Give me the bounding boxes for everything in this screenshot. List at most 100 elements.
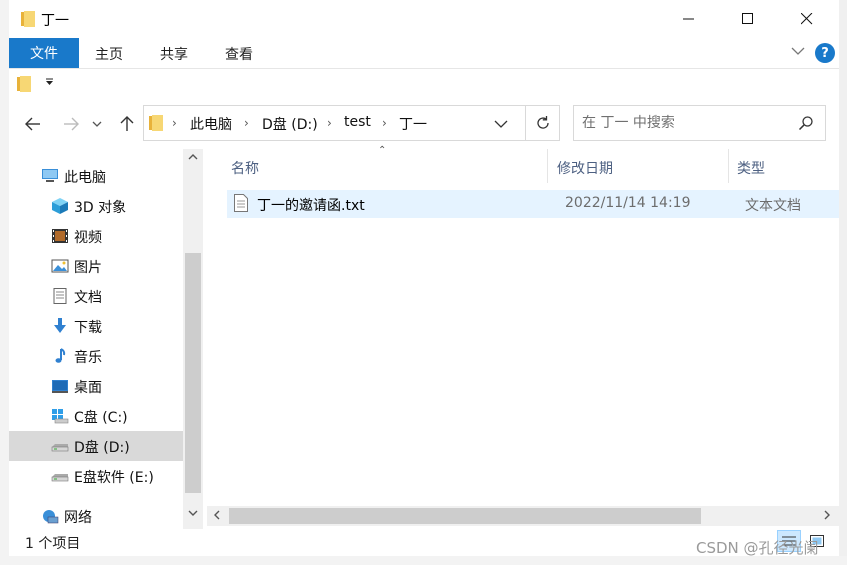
table-row[interactable]: 丁一的邀请函.txt 2022/11/14 14:19 文本文档 (227, 190, 839, 218)
sidebar-item-label: 此电脑 (64, 170, 106, 186)
maximize-button[interactable] (725, 0, 771, 38)
sidebar-item-label: D盘 (D:) (74, 440, 130, 456)
sidebar-item-network[interactable]: 网络 (9, 501, 183, 531)
tab-share[interactable]: 共享 (160, 44, 188, 64)
sidebar-item-videos[interactable]: 视频 (9, 221, 183, 251)
close-icon (801, 13, 813, 25)
column-divider[interactable] (728, 149, 729, 183)
refresh-icon (536, 116, 549, 129)
folder-icon (21, 11, 35, 27)
close-button[interactable] (784, 0, 830, 38)
sidebar-item-3d-objects[interactable]: 3D 对象 (9, 191, 183, 221)
column-header-modified[interactable]: 修改日期 (557, 158, 613, 178)
sidebar-item-label: 下载 (74, 320, 102, 336)
minimize-button[interactable] (666, 0, 712, 38)
breadcrumb-current[interactable]: 丁一 (399, 114, 427, 134)
sidebar-item-desktop[interactable]: 桌面 (9, 371, 183, 401)
title-bar: 丁一 (9, 0, 839, 38)
document-icon (53, 288, 67, 304)
tab-home[interactable]: 主页 (95, 44, 123, 64)
search-icon[interactable] (798, 115, 814, 131)
item-count: 1 个项目 (25, 536, 81, 552)
sidebar-item-this-pc[interactable]: 此电脑 (9, 161, 183, 191)
breadcrumb-this-pc[interactable]: 此电脑 (190, 114, 232, 134)
quick-access-toolbar (9, 69, 839, 99)
navigation-pane: 此电脑 3D 对象 视频 图片 文档 下载 音乐 桌面 C盘 (C:) D盘 (… (9, 149, 204, 529)
search-box[interactable] (573, 105, 826, 141)
sidebar-item-label: E盘软件 (E:) (74, 470, 154, 486)
music-icon (55, 348, 66, 363)
chevron-down-icon (92, 121, 102, 127)
scroll-down-icon[interactable] (188, 509, 198, 517)
minimize-icon (683, 18, 694, 20)
drive-icon (51, 474, 69, 482)
download-icon (54, 318, 66, 333)
tab-view[interactable]: 查看 (225, 44, 253, 64)
column-header-type[interactable]: 类型 (737, 158, 765, 178)
sidebar-item-d-drive[interactable]: D盘 (D:) (9, 431, 183, 461)
file-type: 文本文档 (745, 198, 801, 214)
scrollbar-thumb[interactable] (229, 508, 701, 524)
address-history-icon[interactable] (494, 119, 508, 129)
column-divider[interactable] (547, 149, 548, 183)
sidebar-item-downloads[interactable]: 下载 (9, 311, 183, 341)
cube-3d-icon (52, 198, 68, 214)
sidebar-item-label: 音乐 (74, 350, 102, 366)
file-list: ⌃ 名称 修改日期 类型 丁一的邀请函.txt 2022/11/14 14:19… (207, 145, 839, 529)
watermark: CSDN @孔径光阑 (696, 539, 819, 557)
forward-button[interactable] (59, 112, 83, 136)
sidebar-scrollbar[interactable] (183, 149, 203, 529)
breadcrumb-separator-icon[interactable]: › (327, 116, 332, 130)
sidebar-item-music[interactable]: 音乐 (9, 341, 183, 371)
navigation-bar: › 此电脑 › D盘 (D:) › test › 丁一 (9, 99, 839, 149)
sidebar-item-pictures[interactable]: 图片 (9, 251, 183, 281)
breadcrumb-d-drive[interactable]: D盘 (D:) (262, 114, 318, 134)
text-file-icon (234, 194, 248, 212)
help-button[interactable]: ? (815, 43, 835, 63)
picture-icon (51, 259, 69, 273)
network-icon (43, 510, 59, 524)
windows-drive-icon (52, 409, 69, 424)
expand-ribbon-icon[interactable] (791, 46, 805, 56)
drive-icon (51, 444, 69, 452)
scroll-left-icon[interactable] (213, 510, 221, 520)
breadcrumb-separator-icon[interactable]: › (244, 116, 249, 130)
tab-file[interactable]: 文件 (9, 38, 79, 68)
up-button[interactable] (115, 112, 139, 136)
breadcrumb-separator-icon[interactable]: › (382, 116, 387, 130)
horizontal-scrollbar[interactable] (207, 506, 839, 526)
forward-arrow-icon (64, 117, 79, 131)
customize-toolbar-icon[interactable] (45, 78, 54, 86)
back-arrow-icon (25, 117, 40, 131)
sidebar-item-e-drive[interactable]: E盘软件 (E:) (9, 461, 183, 491)
sidebar-item-c-drive[interactable]: C盘 (C:) (9, 401, 183, 431)
back-button[interactable] (21, 112, 45, 136)
window-title: 丁一 (41, 13, 69, 29)
column-header-name[interactable]: 名称 (231, 158, 259, 178)
breadcrumb-test[interactable]: test (344, 114, 371, 130)
sidebar-item-label: 图片 (74, 260, 102, 276)
sort-ascending-icon: ⌃ (378, 145, 387, 156)
recent-locations-button[interactable] (89, 112, 105, 136)
folder-icon[interactable] (17, 76, 31, 92)
scroll-up-icon[interactable] (188, 153, 198, 161)
file-name: 丁一的邀请函.txt (257, 198, 365, 214)
sidebar-item-label: 视频 (74, 230, 102, 246)
breadcrumb-separator-icon[interactable]: › (172, 116, 177, 130)
search-input[interactable] (582, 113, 787, 133)
sidebar-item-label: 文档 (74, 290, 102, 306)
sidebar-item-documents[interactable]: 文档 (9, 281, 183, 311)
file-modified: 2022/11/14 14:19 (565, 195, 691, 211)
explorer-window: 丁一 文件 主页 共享 查看 ? › 此电脑 › D盘 (D:) › test … (9, 0, 839, 556)
desktop-icon (52, 380, 68, 393)
sidebar-item-label: 网络 (64, 510, 92, 526)
sidebar-item-label: 桌面 (74, 380, 102, 396)
refresh-button[interactable] (526, 105, 560, 141)
scrollbar-thumb[interactable] (185, 253, 201, 493)
scroll-right-icon[interactable] (823, 510, 831, 520)
sidebar-item-label: 3D 对象 (74, 200, 127, 216)
address-bar[interactable]: › 此电脑 › D盘 (D:) › test › 丁一 (143, 105, 526, 141)
up-arrow-icon (120, 116, 134, 131)
ribbon-tabs: 文件 主页 共享 查看 ? (9, 38, 839, 69)
video-icon (52, 229, 68, 243)
